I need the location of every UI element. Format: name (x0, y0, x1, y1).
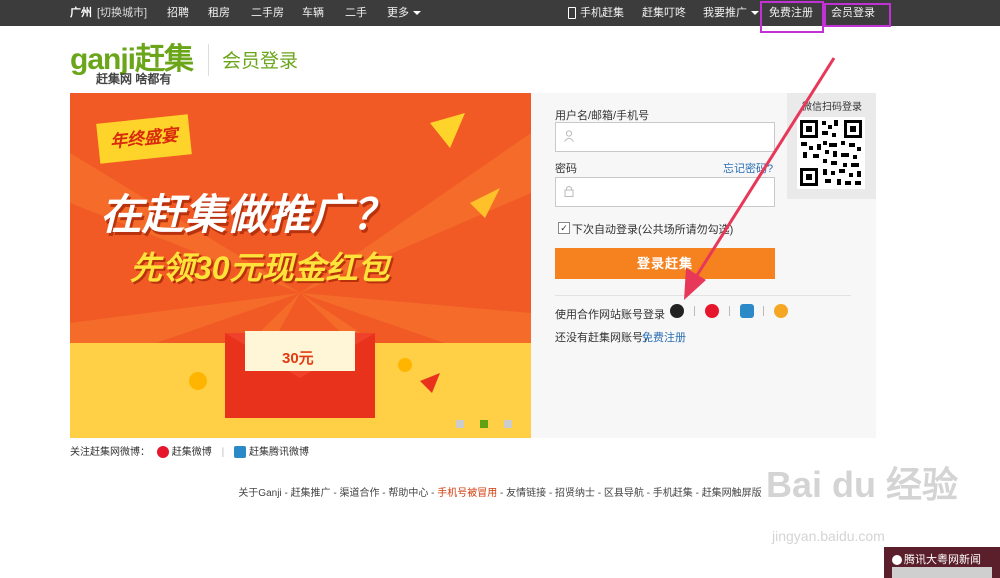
watermark-brand: Bai du 经验 (766, 464, 959, 505)
news-popup-title: 腾讯大粤网新闻 (892, 551, 981, 567)
baidu-watermark: Bai du 经验 jingyan.baidu.com (766, 464, 959, 558)
watermark-url: jingyan.baidu.com (772, 528, 885, 544)
news-popup[interactable]: 腾讯大粤网新闻 (884, 547, 1000, 578)
tencent-icon (892, 555, 902, 566)
news-popup-image (892, 567, 992, 578)
news-popup-title-text: 腾讯大粤网新闻 (904, 554, 981, 566)
